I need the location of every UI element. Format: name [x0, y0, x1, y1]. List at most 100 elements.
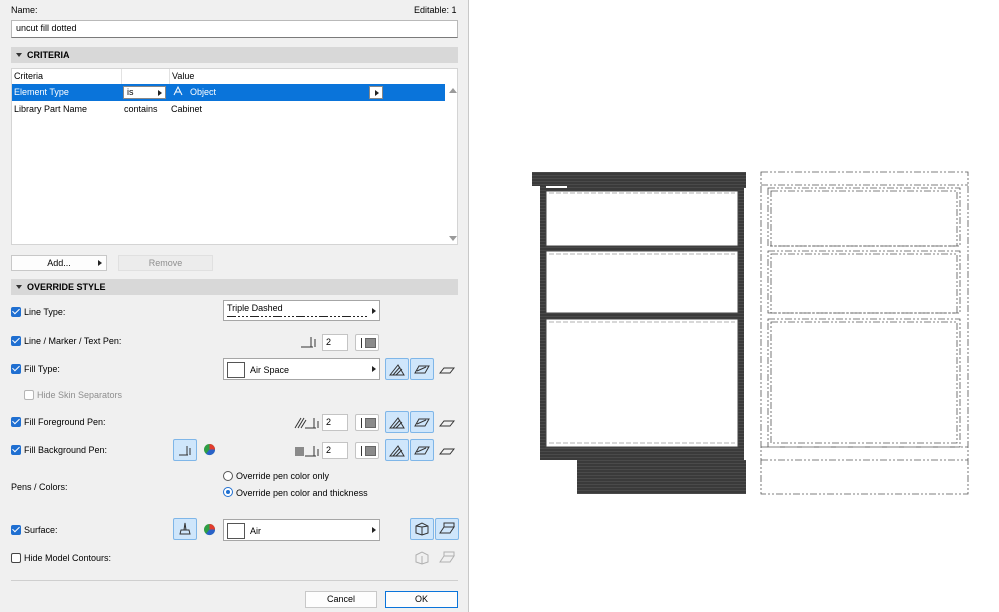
- uncut-fill-icon: [414, 446, 430, 455]
- cabinet-solid: [532, 172, 746, 494]
- cut-fill-icon: [389, 417, 405, 429]
- column-header-operator[interactable]: [122, 69, 170, 84]
- fill-fg-label: Fill Foreground Pen:: [24, 417, 106, 427]
- override-rule-panel: Name: Editable: 1 uncut fill dotted CRIT…: [0, 0, 468, 612]
- hide-contours-checkbox[interactable]: [11, 553, 21, 563]
- fill-bg-label: Fill Background Pen:: [24, 445, 108, 455]
- color-wheel-icon[interactable]: [203, 523, 216, 536]
- bg-cut-fill-toggle[interactable]: [385, 439, 409, 461]
- ok-button[interactable]: OK: [385, 591, 458, 608]
- cover-fill-icon: [439, 367, 455, 374]
- line-pen-label: Line / Marker / Text Pen:: [24, 336, 122, 346]
- table-row[interactable]: Library Part Name contains Cabinet: [12, 101, 445, 118]
- line-type-label: Line Type:: [24, 307, 66, 317]
- fill-bg-number[interactable]: 2: [322, 442, 348, 459]
- fill-fg-color-button[interactable]: [355, 414, 379, 431]
- surface-label: Surface:: [24, 525, 58, 535]
- row-value: Cabinet: [171, 104, 203, 114]
- remove-button[interactable]: Remove: [118, 255, 213, 271]
- surface-value: Air: [250, 526, 261, 536]
- chevron-right-icon: [158, 90, 162, 96]
- column-header-criteria[interactable]: Criteria: [12, 69, 122, 84]
- surface-mode-button[interactable]: [173, 518, 197, 540]
- fill-bg-color-button[interactable]: [355, 442, 379, 459]
- line-pen-color-button[interactable]: [355, 334, 379, 351]
- line-pen-checkbox[interactable]: [11, 336, 21, 346]
- cut-fill-icon: [389, 445, 405, 457]
- uncut-surface-icon: [439, 522, 455, 534]
- fill-type-dropdown[interactable]: Air Space: [223, 358, 380, 380]
- object-type-icon: [173, 84, 183, 101]
- fg-cut-fill-toggle[interactable]: [385, 411, 409, 433]
- fill-swatch: [227, 362, 245, 378]
- criteria-section-header[interactable]: CRITERIA: [11, 47, 458, 63]
- fill-fg-checkbox[interactable]: [11, 417, 21, 427]
- bg-cover-fill-toggle[interactable]: [435, 439, 459, 461]
- name-input[interactable]: uncut fill dotted: [11, 20, 458, 38]
- collapse-triangle-icon: [16, 285, 22, 289]
- fg-cover-fill-toggle[interactable]: [435, 411, 459, 433]
- line-type-checkbox[interactable]: [11, 307, 21, 317]
- override-section-title: OVERRIDE STYLE: [27, 282, 106, 292]
- surface-dropdown[interactable]: Air: [223, 519, 380, 541]
- chevron-right-icon: [372, 308, 376, 314]
- row-criteria: Library Part Name: [14, 104, 88, 114]
- line-type-value: Triple Dashed: [227, 303, 283, 313]
- add-button-label: Add...: [47, 258, 71, 268]
- hide-skin-label: Hide Skin Separators: [37, 390, 123, 400]
- color-wheel-icon[interactable]: [203, 443, 216, 456]
- override-style-section-header[interactable]: OVERRIDE STYLE: [11, 279, 458, 295]
- fill-type-label: Fill Type:: [24, 364, 60, 374]
- row-criteria: Element Type: [14, 87, 69, 97]
- contours-cut-toggle[interactable]: [435, 547, 459, 569]
- hide-skin-checkbox[interactable]: [24, 390, 34, 400]
- cover-fill-icon: [439, 448, 455, 455]
- uncut-fill-icon: [414, 418, 430, 427]
- collapse-triangle-icon: [16, 53, 22, 57]
- chevron-right-icon: [98, 260, 102, 266]
- panel-divider: [468, 0, 469, 612]
- radio-color-thickness-label[interactable]: Override pen color and thickness: [236, 487, 368, 499]
- column-header-value[interactable]: Value: [170, 69, 390, 84]
- cube-contour-icon: [415, 551, 429, 565]
- operator-dropdown[interactable]: is: [123, 86, 166, 99]
- fill-type-checkbox[interactable]: [11, 364, 21, 374]
- chevron-right-icon: [375, 90, 379, 96]
- pen-weight-icon: [179, 446, 191, 456]
- cover-fill-icon: [439, 420, 455, 427]
- cancel-button[interactable]: Cancel: [305, 591, 377, 608]
- radio-color-only[interactable]: [223, 471, 233, 481]
- surface-checkbox[interactable]: [11, 525, 21, 535]
- cabinet-preview: [470, 0, 999, 612]
- radio-color-thickness[interactable]: [223, 487, 233, 497]
- surface-swatch: [227, 523, 245, 539]
- surface-3d-toggle[interactable]: [410, 518, 434, 540]
- name-label: Name:: [11, 5, 38, 15]
- fg-uncut-fill-toggle[interactable]: [410, 411, 434, 433]
- scroll-up-icon[interactable]: [449, 88, 457, 93]
- contours-3d-toggle[interactable]: [410, 547, 434, 569]
- bg-uncut-fill-toggle[interactable]: [410, 439, 434, 461]
- scroll-down-icon[interactable]: [449, 236, 457, 241]
- line-type-dropdown[interactable]: Triple Dashed: [223, 300, 380, 321]
- bg-pen-mode-button[interactable]: [173, 439, 197, 461]
- table-row[interactable]: Element Type is Object: [12, 84, 445, 101]
- hide-contours-label: Hide Model Contours:: [24, 553, 112, 563]
- radio-color-only-label[interactable]: Override pen color only: [236, 470, 329, 482]
- cabinet-overridden: [760, 171, 969, 495]
- fill-bg-checkbox[interactable]: [11, 445, 21, 455]
- fill-type-value: Air Space: [250, 365, 290, 375]
- triple-dashed-line-icon: [227, 316, 367, 317]
- editable-count: Editable: 1: [414, 5, 457, 15]
- footer-divider: [11, 580, 458, 581]
- background-pen-icon: [295, 446, 319, 457]
- fill-fg-number[interactable]: 2: [322, 414, 348, 431]
- surface-uncut-toggle[interactable]: [435, 518, 459, 540]
- uncut-fill-toggle[interactable]: [410, 358, 434, 380]
- value-dropdown-button[interactable]: [369, 86, 383, 99]
- line-pen-number[interactable]: 2: [322, 334, 348, 351]
- cut-fill-toggle[interactable]: [385, 358, 409, 380]
- row-operator: contains: [124, 104, 158, 114]
- add-button[interactable]: Add...: [11, 255, 107, 271]
- cover-fill-toggle[interactable]: [435, 358, 459, 380]
